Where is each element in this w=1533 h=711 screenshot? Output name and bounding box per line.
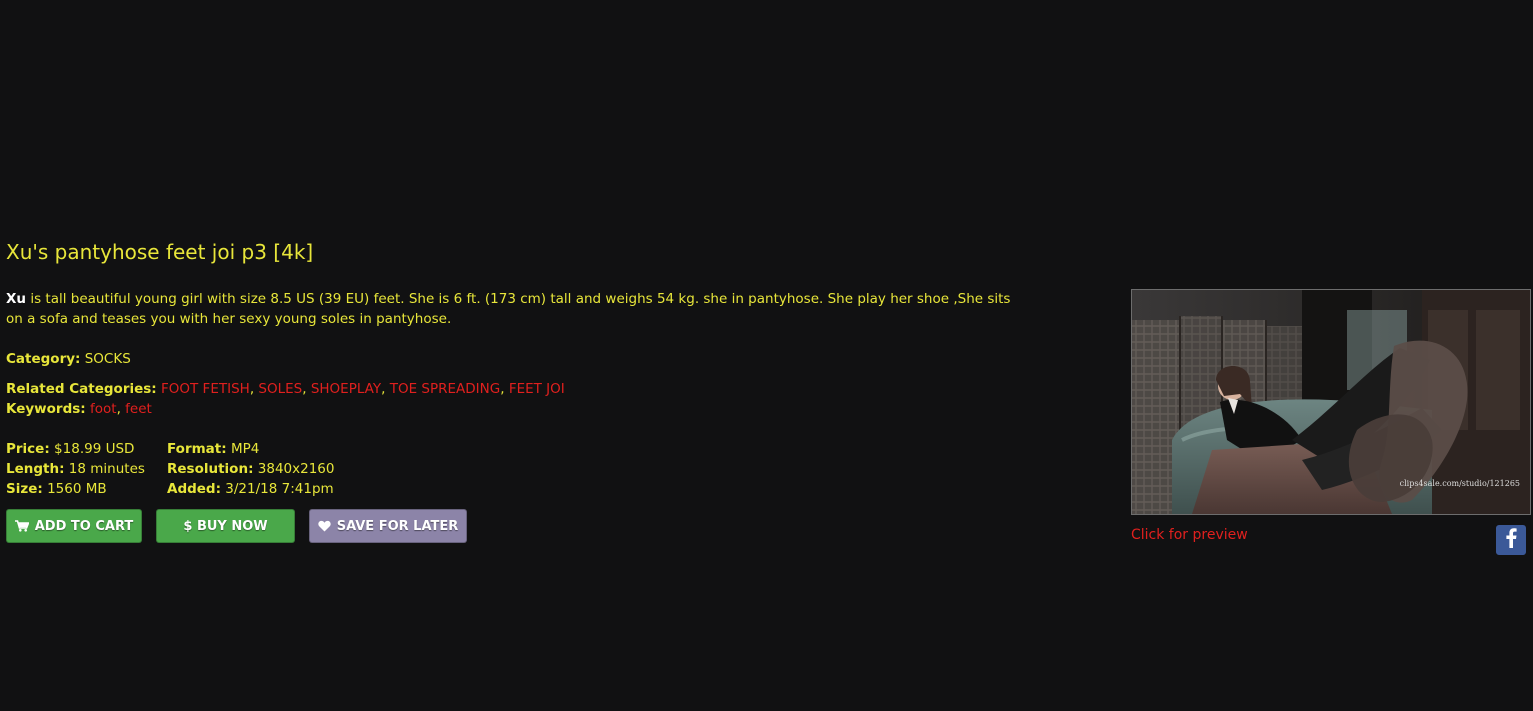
related-category-link[interactable]: TOE SPREADING [390,381,501,397]
specs-left-column: Price: $18.99 USD Length: 18 minutes Siz… [6,439,145,499]
related-category-link[interactable]: FEET JOI [509,381,565,397]
facebook-share-button[interactable] [1496,525,1526,555]
length-value: 18 minutes [68,461,145,477]
size-row: Size: 1560 MB [6,479,145,499]
keyword-link[interactable]: foot [90,401,117,417]
buy-now-label: $ BUY NOW [183,518,268,534]
preview-watermark: clips4sale.com/studio/121265 [1400,479,1520,488]
category-label: Category: [6,351,81,367]
preview-scene: clips4sale.com/studio/121265 [1132,290,1530,514]
model-name[interactable]: Xu [6,291,26,307]
related-category-link[interactable]: SOLES [258,381,302,397]
keywords-label: Keywords: [6,401,86,417]
heart-icon [318,520,331,532]
buy-now-button[interactable]: $ BUY NOW [156,509,295,543]
click-for-preview-link[interactable]: Click for preview [1131,527,1248,543]
size-label: Size: [6,481,43,497]
facebook-icon [1505,528,1517,552]
specs-right-column: Format: MP4 Resolution: 3840x2160 Added:… [167,439,334,499]
cart-icon [14,520,29,532]
added-label: Added: [167,481,221,497]
added-value: 3/21/18 7:41pm [225,481,334,497]
save-for-later-label: SAVE FOR LATER [336,518,459,534]
format-row: Format: MP4 [167,439,334,459]
keyword-link[interactable]: feet [125,401,152,417]
size-value: 1560 MB [47,481,107,497]
related-categories-label: Related Categories: [6,381,157,397]
clip-description: Xu is tall beautiful young girl with siz… [6,289,1016,329]
add-to-cart-label: ADD TO CART [34,518,134,534]
clip-title: Xu's pantyhose feet joi p3 [4k] [6,240,314,264]
add-to-cart-button[interactable]: ADD TO CART [6,509,142,543]
keywords-row: Keywords: foot, feet [6,401,152,417]
resolution-value: 3840x2160 [257,461,335,477]
related-category-link[interactable]: FOOT FETISH [161,381,250,397]
clip-page: Xu's pantyhose feet joi p3 [4k] Xu is ta… [0,0,1533,711]
added-row: Added: 3/21/18 7:41pm [167,479,334,499]
related-categories-row: Related Categories: FOOT FETISH, SOLES, … [6,381,565,397]
category-row: Category: SOCKS [6,349,131,369]
price-label: Price: [6,441,50,457]
format-value: MP4 [230,441,260,457]
price-value: $18.99 USD [54,441,135,457]
preview-image[interactable]: clips4sale.com/studio/121265 [1131,289,1531,515]
category-value: SOCKS [84,351,131,367]
description-text: is tall beautiful young girl with size 8… [6,291,1011,327]
resolution-row: Resolution: 3840x2160 [167,459,334,479]
price-row: Price: $18.99 USD [6,439,145,459]
resolution-label: Resolution: [167,461,254,477]
related-category-link[interactable]: SHOEPLAY [311,381,381,397]
save-for-later-button[interactable]: SAVE FOR LATER [309,509,467,543]
length-row: Length: 18 minutes [6,459,145,479]
format-label: Format: [167,441,227,457]
length-label: Length: [6,461,65,477]
